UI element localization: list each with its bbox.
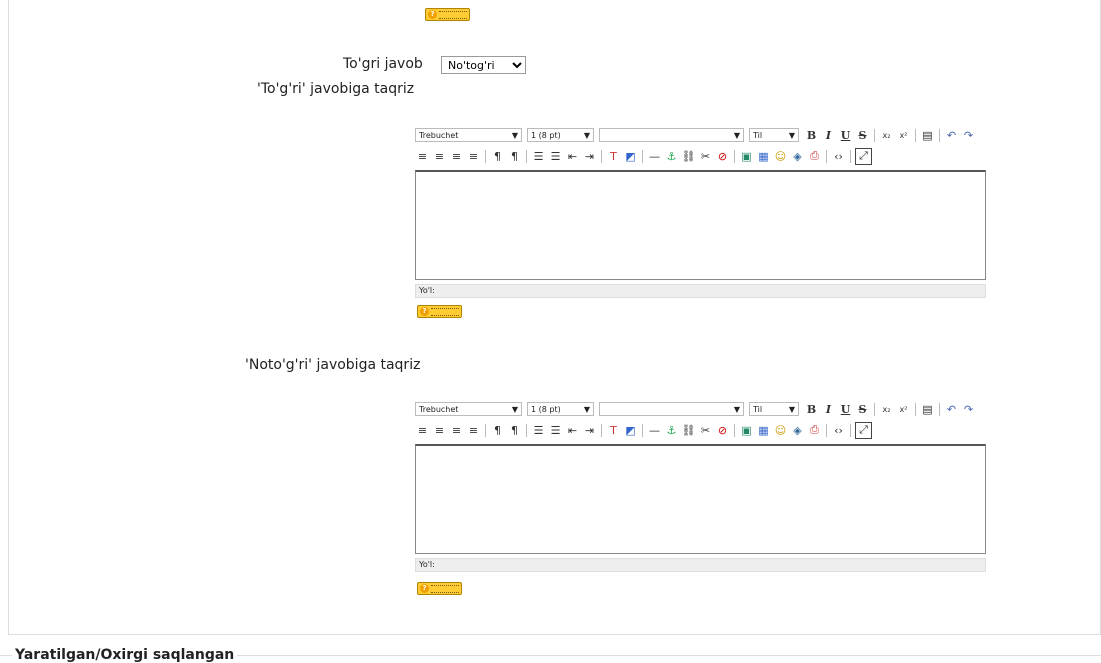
align-center-icon[interactable]: ≡	[432, 149, 447, 164]
justify-icon[interactable]: ≡	[466, 149, 481, 164]
ordered-list-icon[interactable]: ☰	[531, 423, 546, 438]
text-color-icon[interactable]: T	[606, 423, 621, 438]
language-select[interactable]: Til ▼	[749, 128, 799, 142]
align-left-icon[interactable]: ≡	[415, 149, 430, 164]
special-char-icon[interactable]: ◈	[790, 149, 805, 164]
font-size-select[interactable]: 1 (8 pt) ▼	[527, 128, 594, 142]
unlink-icon[interactable]: ✂	[698, 423, 713, 438]
horizontal-rule-icon[interactable]: —	[647, 423, 662, 438]
html-source-icon[interactable]: ‹›	[831, 423, 846, 438]
ordered-list-icon[interactable]: ☰	[531, 149, 546, 164]
background-color-icon[interactable]: ◩	[623, 423, 638, 438]
strikethrough-button[interactable]: S	[855, 402, 870, 417]
background-color-icon[interactable]: ◩	[623, 149, 638, 164]
font-family-select[interactable]: Trebuchet ▼	[415, 128, 522, 142]
anchor-icon[interactable]: ⚓	[664, 423, 679, 438]
fullscreen-icon[interactable]: ⤢	[855, 421, 872, 439]
correct-answer-label: To'gri javob	[343, 56, 423, 72]
horizontal-rule-icon[interactable]: —	[647, 149, 662, 164]
redo-icon[interactable]: ↷	[961, 402, 976, 417]
unordered-list-icon[interactable]: ☰	[548, 423, 563, 438]
editor-textarea[interactable]	[415, 170, 986, 280]
undo-icon[interactable]: ↶	[944, 128, 959, 143]
insert-image-icon[interactable]: ▣	[739, 149, 754, 164]
rtl-icon[interactable]: ¶	[507, 423, 522, 438]
justify-icon[interactable]: ≡	[466, 423, 481, 438]
bold-button[interactable]: B	[804, 128, 819, 143]
link-icon[interactable]: ⛓	[681, 149, 696, 164]
align-center-icon[interactable]: ≡	[432, 423, 447, 438]
search-replace-icon[interactable]: ⎙	[807, 423, 822, 438]
superscript-button[interactable]: x²	[896, 402, 911, 417]
link-icon[interactable]: ⛓	[681, 423, 696, 438]
font-size-select[interactable]: 1 (8 pt) ▼	[527, 402, 594, 416]
redo-icon[interactable]: ↷	[961, 128, 976, 143]
help-icon[interactable]: ?	[417, 305, 462, 318]
language-select[interactable]: Til ▼	[749, 402, 799, 416]
align-left-icon[interactable]: ≡	[415, 423, 430, 438]
italic-button[interactable]: I	[821, 402, 836, 417]
paste-word-icon[interactable]: ▤	[920, 402, 935, 417]
unlink-icon[interactable]: ✂	[698, 149, 713, 164]
align-right-icon[interactable]: ≡	[449, 149, 464, 164]
font-family-select[interactable]: Trebuchet ▼	[415, 402, 522, 416]
align-right-icon[interactable]: ≡	[449, 423, 464, 438]
rtl-icon[interactable]: ¶	[507, 149, 522, 164]
fullscreen-icon[interactable]: ⤢	[855, 147, 872, 165]
smiley-icon[interactable]: ☺	[773, 423, 788, 438]
paste-word-icon[interactable]: ▤	[920, 128, 935, 143]
feedback-false-editor: Trebuchet ▼ 1 (8 pt) ▼ ▼ Til ▼ B I U S x₂ x…	[415, 400, 986, 575]
special-char-icon[interactable]: ◈	[790, 423, 805, 438]
help-icon[interactable]: ?	[425, 8, 470, 21]
feedback-true-label: 'To'g'ri' javobiga taqriz	[257, 81, 415, 97]
subscript-button[interactable]: x₂	[879, 128, 894, 143]
feedback-true-editor: Trebuchet ▼ 1 (8 pt) ▼ ▼ Til ▼ B I U S x₂ x…	[415, 126, 986, 301]
editor-path-bar: Yo'l:	[415, 284, 986, 298]
outdent-icon[interactable]: ⇤	[565, 149, 580, 164]
ltr-icon[interactable]: ¶	[490, 423, 505, 438]
anchor-icon[interactable]: ⚓	[664, 149, 679, 164]
indent-icon[interactable]: ⇥	[582, 149, 597, 164]
insert-table-icon[interactable]: ▦	[756, 423, 771, 438]
no-link-icon[interactable]: ⊘	[715, 149, 730, 164]
insert-table-icon[interactable]: ▦	[756, 149, 771, 164]
ltr-icon[interactable]: ¶	[490, 149, 505, 164]
strikethrough-button[interactable]: S	[855, 128, 870, 143]
search-replace-icon[interactable]: ⎙	[807, 149, 822, 164]
editor-path-bar: Yo'l:	[415, 558, 986, 572]
smiley-icon[interactable]: ☺	[773, 149, 788, 164]
undo-icon[interactable]: ↶	[944, 402, 959, 417]
text-color-icon[interactable]: T	[606, 149, 621, 164]
section-legend[interactable]: Yaratilgan/Oxirgi saqlangan	[12, 647, 238, 663]
subscript-button[interactable]: x₂	[879, 402, 894, 417]
correct-answer-select[interactable]: No'tog'ri	[441, 56, 526, 74]
italic-button[interactable]: I	[821, 128, 836, 143]
superscript-button[interactable]: x²	[896, 128, 911, 143]
editor-toolbar: Trebuchet ▼ 1 (8 pt) ▼ ▼ Til ▼ B I U S x₂ x…	[415, 126, 986, 170]
feedback-false-label: 'Noto'g'ri' javobiga taqriz	[245, 357, 421, 373]
help-icon[interactable]: ?	[417, 582, 462, 595]
insert-image-icon[interactable]: ▣	[739, 423, 754, 438]
bold-button[interactable]: B	[804, 402, 819, 417]
unordered-list-icon[interactable]: ☰	[548, 149, 563, 164]
underline-button[interactable]: U	[838, 402, 853, 417]
indent-icon[interactable]: ⇥	[582, 423, 597, 438]
editor-textarea[interactable]	[415, 444, 986, 554]
format-select[interactable]: ▼	[599, 128, 744, 142]
no-link-icon[interactable]: ⊘	[715, 423, 730, 438]
editor-toolbar: Trebuchet ▼ 1 (8 pt) ▼ ▼ Til ▼ B I U S x₂ x…	[415, 400, 986, 444]
format-select[interactable]: ▼	[599, 402, 744, 416]
outdent-icon[interactable]: ⇤	[565, 423, 580, 438]
underline-button[interactable]: U	[838, 128, 853, 143]
html-source-icon[interactable]: ‹›	[831, 149, 846, 164]
